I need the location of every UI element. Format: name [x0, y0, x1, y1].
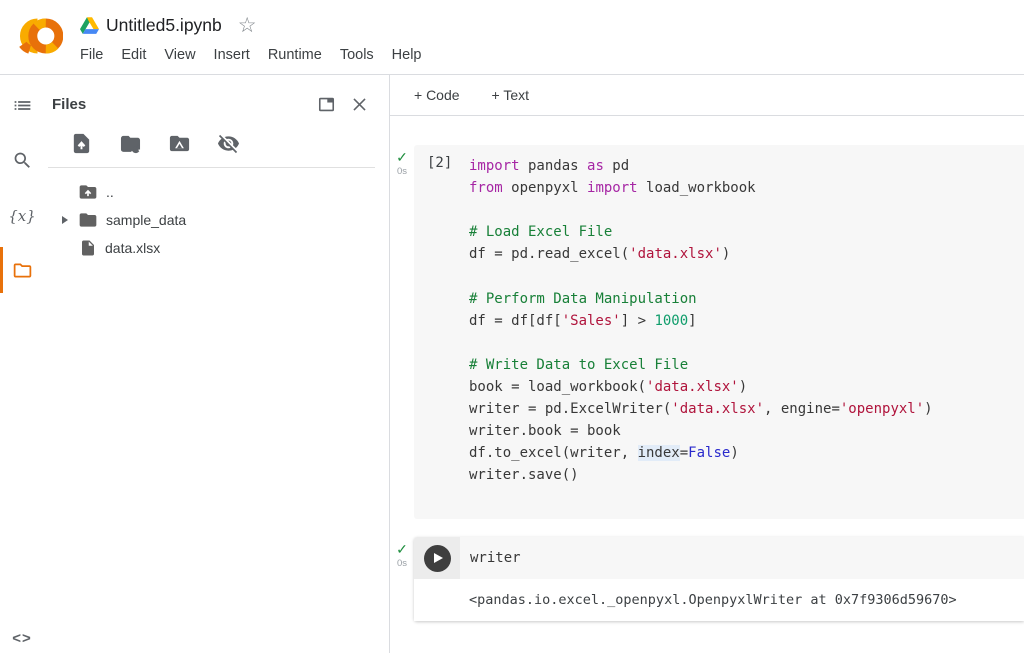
code-line: writer.book = book: [469, 420, 1024, 442]
success-check-icon: ✓: [392, 542, 412, 556]
code-line: # Perform Data Manipulation: [469, 288, 1024, 310]
menu-file[interactable]: File: [71, 43, 112, 67]
menu-runtime[interactable]: Runtime: [259, 43, 331, 67]
code-line: book = load_workbook('data.xlsx'): [469, 376, 1024, 398]
add-code-button[interactable]: + Code: [408, 83, 466, 107]
notebook-area: + Code + Text ✓ 0s [2] import pandas as …: [390, 75, 1024, 653]
code-line: writer.save(): [469, 464, 1024, 486]
menu-help[interactable]: Help: [383, 43, 431, 67]
code-line: [469, 199, 1024, 221]
files-panel-title: Files: [52, 96, 86, 113]
run-cell-button[interactable]: [424, 545, 451, 572]
tree-item-label: sample_data: [106, 212, 186, 228]
upload-file-icon[interactable]: [70, 132, 93, 155]
files-panel: Files: [44, 75, 390, 653]
mount-drive-icon[interactable]: [168, 132, 191, 155]
code-line: # Write Data to Excel File: [469, 354, 1024, 376]
code-block[interactable]: import pandas as pdfrom openpyxl import …: [469, 155, 1024, 486]
notebook-title[interactable]: Untitled5.ipynb: [106, 15, 222, 36]
toolbar-divider: [48, 167, 375, 168]
code-line: df = pd.read_excel('data.xlsx'): [469, 243, 1024, 265]
eye-off-icon[interactable]: [217, 132, 240, 155]
drive-icon: [80, 17, 99, 34]
folder-icon: [78, 210, 98, 230]
code-line: df = df[df['Sales'] > 1000]: [469, 310, 1024, 332]
chevron-right-icon[interactable]: [62, 216, 68, 224]
menu-tools[interactable]: Tools: [331, 43, 383, 67]
code-line: df.to_excel(writer, index=False): [469, 442, 1024, 464]
cell-runtime: 0s: [392, 558, 412, 569]
tree-item-label: data.xlsx: [105, 240, 160, 256]
cell-gutter: ✓ 0s: [392, 542, 412, 569]
search-icon[interactable]: [0, 146, 44, 174]
code-editor[interactable]: [2] import pandas as pdfrom openpyxl imp…: [414, 145, 1024, 519]
table-of-contents-icon[interactable]: [0, 91, 44, 119]
tree-item-data-xlsx[interactable]: data.xlsx: [44, 234, 389, 262]
tree-item-parent-dir[interactable]: ..: [44, 178, 389, 206]
notebook-toolbar: + Code + Text: [390, 75, 1024, 116]
menu-edit[interactable]: Edit: [112, 43, 155, 67]
cell-gutter: ✓ 0s: [392, 150, 412, 177]
add-text-button[interactable]: + Text: [486, 83, 536, 107]
cell-runtime: 0s: [392, 166, 412, 177]
code-line: import pandas as pd: [469, 155, 1024, 177]
refresh-folder-icon[interactable]: [119, 132, 142, 155]
files-toolbar: [44, 114, 389, 167]
success-check-icon: ✓: [392, 150, 412, 164]
code-editor[interactable]: writer: [460, 537, 1024, 579]
variables-icon[interactable]: {x}: [0, 202, 44, 230]
code-cell-1: ✓ 0s [2] import pandas as pdfrom openpyx…: [414, 145, 1024, 519]
output-text: <pandas.io.excel._openpyxl.OpenpyxlWrite…: [469, 592, 957, 608]
menu-view[interactable]: View: [155, 43, 204, 67]
code-line: [469, 332, 1024, 354]
code-line: from openpyxl import load_workbook: [469, 177, 1024, 199]
code-block[interactable]: writer: [470, 550, 521, 566]
tree-item-sample-data[interactable]: sample_data: [44, 206, 389, 234]
code-line: writer = pd.ExcelWriter('data.xlsx', eng…: [469, 398, 1024, 420]
code-line: # Load Excel File: [469, 221, 1024, 243]
code-cell-2: ✓ 0s writer <pandas.io.excel._openpyxl.O…: [414, 537, 1024, 621]
files-icon[interactable]: [0, 256, 44, 284]
code-line: [469, 265, 1024, 287]
code-snippets-icon[interactable]: <>: [0, 624, 44, 652]
run-cell-area: [414, 537, 460, 579]
activity-rail: {x} <>: [0, 75, 44, 653]
star-icon[interactable]: ☆: [238, 15, 257, 36]
close-icon[interactable]: [350, 95, 369, 114]
menu-bar: File Edit View Insert Runtime Tools Help: [71, 43, 431, 67]
cell-output: <pandas.io.excel._openpyxl.OpenpyxlWrite…: [414, 579, 1024, 621]
colab-logo-icon: [13, 13, 63, 59]
file-tree: .. sample_data data.xlsx: [44, 174, 389, 262]
open-in-tab-icon[interactable]: [317, 95, 336, 114]
tree-item-label: ..: [106, 184, 114, 200]
play-icon: [434, 553, 443, 563]
execution-count: [2]: [427, 155, 452, 171]
file-icon: [79, 239, 97, 257]
app-header: Untitled5.ipynb ☆ File Edit View Insert …: [0, 0, 1024, 75]
menu-insert[interactable]: Insert: [205, 43, 259, 67]
folder-up-icon: [78, 182, 98, 202]
code-line: writer: [470, 550, 521, 566]
